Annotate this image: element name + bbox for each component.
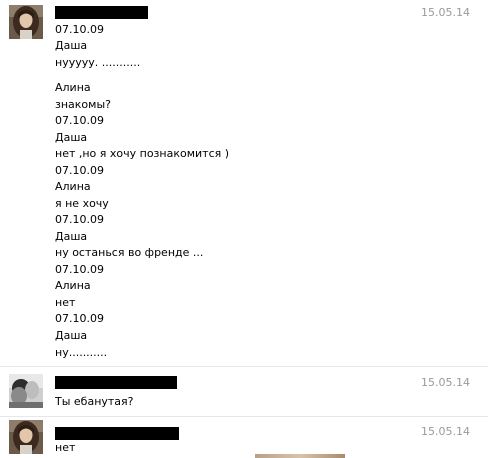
message-line: 07.10.09 — [55, 263, 104, 276]
message-line: ну останься во френде ... — [55, 246, 204, 259]
message-line: Даша — [55, 230, 88, 243]
message-line: Даша — [55, 39, 88, 52]
avatar-photo-icon — [9, 374, 43, 408]
message-line: 07.10.09 — [55, 23, 104, 36]
message-line: ну........... — [55, 346, 108, 359]
message-line: нет — [55, 296, 76, 309]
message-line: Алина — [55, 81, 91, 94]
message-line: 07.10.09 — [55, 213, 104, 226]
message-line: Даша — [55, 329, 88, 342]
message-line: Даша — [55, 131, 88, 144]
message-line: Алина — [55, 279, 91, 292]
redacted-name — [55, 376, 177, 389]
message-line: 07.10.09 — [55, 114, 104, 127]
redacted-name — [55, 427, 179, 440]
avatar[interactable] — [9, 5, 43, 39]
message-line: знакомы? — [55, 98, 111, 111]
message-item: 15.05.14 Ты ебанутая? — [0, 370, 488, 418]
message-line: 07.10.09 — [55, 164, 104, 177]
message-line: 07.10.09 — [55, 312, 104, 325]
message-divider — [0, 366, 488, 367]
message-line: нет ,но я хочу познакомится ) — [55, 147, 230, 160]
message-line: Алина — [55, 180, 91, 193]
message-line: нет — [55, 441, 76, 454]
avatar-photo-icon — [9, 420, 43, 454]
attachment-thumbnail[interactable] — [255, 454, 345, 458]
message-divider — [0, 416, 488, 417]
avatar[interactable] — [9, 420, 43, 454]
message-line: я не хочу — [55, 197, 109, 210]
avatar-photo-icon — [9, 5, 43, 39]
avatar[interactable] — [9, 374, 43, 408]
message-date: 15.05.14 — [421, 376, 470, 389]
message-line: Ты ебанутая? — [55, 395, 134, 408]
message-date: 15.05.14 — [421, 425, 470, 438]
message-item: 15.05.14 07.10.09 Даша нууууу. .........… — [0, 0, 488, 370]
message-item: 15.05.14 нет — [0, 420, 488, 458]
redacted-name — [55, 6, 148, 19]
message-line: нууууу. ........... — [55, 56, 141, 69]
message-date: 15.05.14 — [421, 6, 470, 19]
